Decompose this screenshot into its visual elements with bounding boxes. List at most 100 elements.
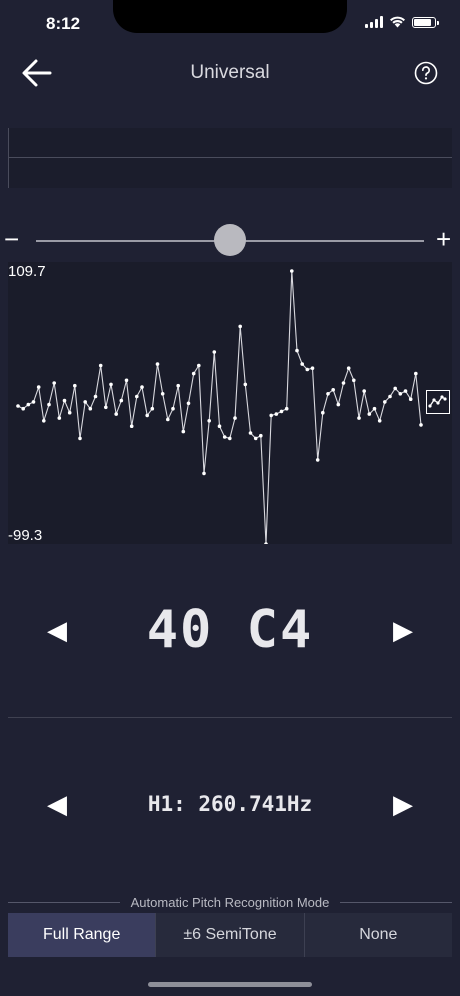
waveform-line <box>17 270 422 545</box>
graph-mode-button[interactable] <box>426 390 450 414</box>
waveform-point <box>331 388 336 392</box>
waveform-point <box>315 458 320 462</box>
waveform-point <box>279 409 284 414</box>
waveform-point <box>243 382 248 387</box>
waveform-point <box>16 404 20 408</box>
waveform-point <box>321 410 325 415</box>
zoom-slider-thumb[interactable] <box>214 224 246 256</box>
mode-title: Automatic Pitch Recognition Mode <box>130 895 330 910</box>
section-divider <box>8 717 452 718</box>
waveform-point <box>259 433 263 438</box>
recognition-mode-selector: Full Range ±6 SemiTone None <box>8 913 452 957</box>
home-indicator <box>148 982 312 987</box>
zoom-out-button[interactable]: − <box>4 224 19 254</box>
waveform-point <box>114 412 118 416</box>
waveform-point <box>305 367 310 372</box>
waveform-point <box>326 392 330 396</box>
waveform-point <box>290 269 294 273</box>
waveform-point <box>300 362 305 366</box>
waveform-panel <box>8 262 452 546</box>
battery-icon <box>412 16 439 28</box>
harmonic-next-button[interactable]: ▶ <box>388 789 418 820</box>
waveform-point <box>238 324 242 329</box>
waveform-point <box>31 400 36 404</box>
waveform-point <box>26 402 31 407</box>
waveform-point <box>57 416 62 420</box>
waveform-point <box>140 385 144 389</box>
note-next-button[interactable]: ▶ <box>388 615 418 646</box>
status-icons <box>365 16 439 28</box>
waveform-point <box>398 392 403 396</box>
waveform-point <box>419 423 423 427</box>
waveform-point <box>176 383 180 388</box>
waveform-point <box>145 413 149 418</box>
waveform-point <box>222 435 227 439</box>
line-graph-icon <box>428 395 447 408</box>
device-notch <box>113 0 347 33</box>
waveform-point <box>383 400 387 404</box>
waveform-chart <box>16 269 423 546</box>
status-time: 8:12 <box>46 14 81 33</box>
waveform-point <box>150 406 155 411</box>
waveform-point <box>377 419 382 423</box>
waveform-point <box>284 406 289 411</box>
waveform-point <box>408 397 413 401</box>
waveform-point <box>36 385 41 389</box>
waveform-point <box>124 378 129 383</box>
wifi-icon <box>390 16 405 28</box>
waveform-point <box>47 402 51 407</box>
waveform-point <box>88 406 93 411</box>
waveform-point <box>135 394 139 399</box>
waveform-point <box>42 419 46 423</box>
help-button[interactable] <box>414 61 438 85</box>
waveform-point <box>160 392 165 396</box>
waveform-min-label: -99.3 <box>8 527 43 544</box>
waveform-point <box>414 371 418 376</box>
pitch-reference-line <box>8 157 452 158</box>
waveform-point <box>52 381 56 385</box>
waveform-point <box>197 363 201 368</box>
waveform-point <box>166 417 170 422</box>
waveform-point <box>269 413 274 418</box>
mode-option-full-range[interactable]: Full Range <box>8 913 157 957</box>
waveform-point <box>372 406 377 411</box>
waveform-point <box>119 398 124 403</box>
page-title: Universal <box>190 62 270 83</box>
pitch-indicator-panel <box>8 128 452 188</box>
mode-option-semitone[interactable]: ±6 SemiTone <box>156 913 305 957</box>
waveform-point <box>155 362 160 366</box>
waveform-max-label: 109.7 <box>8 263 46 280</box>
waveform-point <box>228 436 232 441</box>
waveform-point <box>109 382 113 387</box>
waveform-point <box>73 383 77 388</box>
waveform-point <box>310 366 315 370</box>
waveform-point <box>202 471 206 476</box>
panel-edge <box>8 128 9 188</box>
waveform-point <box>186 401 191 406</box>
waveform-point <box>129 424 134 428</box>
waveform-point <box>388 394 392 399</box>
waveform-point <box>336 402 341 407</box>
waveform-point <box>62 398 67 403</box>
waveform-point <box>104 405 108 410</box>
waveform-point <box>346 366 351 370</box>
waveform-point <box>393 386 398 391</box>
waveform-point <box>93 394 98 399</box>
waveform-point <box>21 406 25 411</box>
zoom-in-button[interactable]: + <box>436 224 451 254</box>
waveform-point <box>212 350 217 354</box>
waveform-point <box>233 416 237 420</box>
waveform-point <box>362 389 367 393</box>
waveform-point <box>264 542 268 546</box>
waveform-point <box>171 406 175 411</box>
waveform-point <box>253 436 258 441</box>
waveform-point <box>341 381 346 385</box>
waveform-point <box>207 419 211 423</box>
waveform-point <box>352 378 356 383</box>
waveform-point <box>217 424 222 428</box>
cellular-signal-icon <box>365 16 383 28</box>
mode-option-none[interactable]: None <box>305 913 452 957</box>
waveform-point <box>274 412 279 416</box>
waveform-point <box>367 412 372 416</box>
waveform-point <box>98 363 103 368</box>
